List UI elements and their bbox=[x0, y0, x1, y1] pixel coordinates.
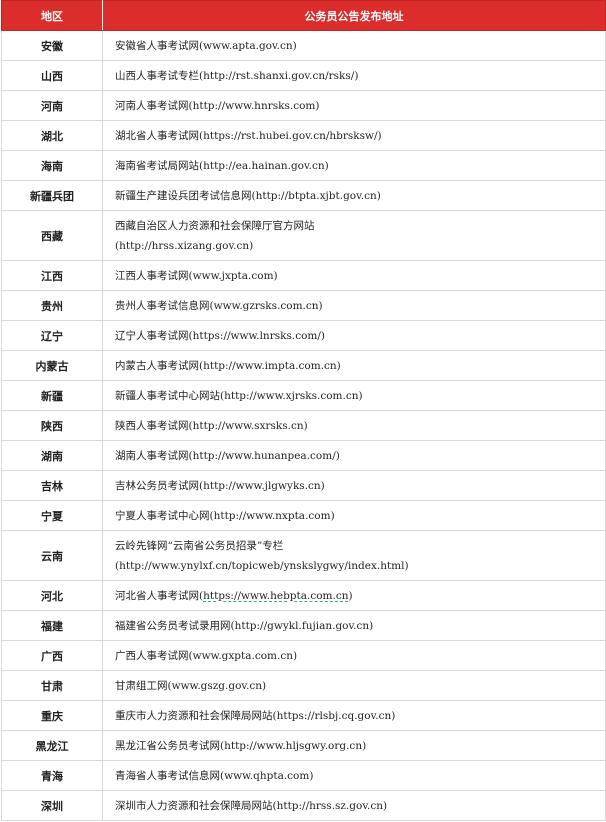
region-cell: 湖南 bbox=[1, 440, 103, 471]
table-row: 河南 河南人事考试网(http://www.hnrsks.com) bbox=[1, 90, 606, 121]
address-cell[interactable]: 海南省考试局网站(http://ea.hainan.gov.cn) bbox=[102, 150, 606, 181]
address-cell[interactable]: 山西人事考试专栏(http://rst.shanxi.gov.cn/rsks/) bbox=[102, 60, 606, 91]
address-cell[interactable]: 陕西人事考试网(http://www.sxrsks.cn) bbox=[102, 410, 606, 441]
region-cell: 新疆兵团 bbox=[1, 180, 103, 211]
address-cell[interactable]: 黑龙江省公务员考试网(http://www.hljsgwy.org.cn) bbox=[102, 730, 606, 761]
address-cell[interactable]: 深圳市人力资源和社会保障局网站(http://hrss.sz.gov.cn) bbox=[102, 790, 606, 821]
table-row: 陕西 陕西人事考试网(http://www.sxrsks.cn) bbox=[1, 410, 606, 441]
table-row: 吉林 吉林公务员考试网(http://www.jlgwyks.cn) bbox=[1, 470, 606, 501]
address-url-line[interactable]: (http://www.ynylxf.cn/topicweb/ynskslygw… bbox=[115, 556, 605, 576]
table-row: 云南 云岭先锋网“云南省公务员招录”专栏 (http://www.ynylxf.… bbox=[1, 530, 606, 581]
region-cell: 青海 bbox=[1, 760, 103, 791]
table-row: 福建 福建省公务员考试录用网(http://gwykl.fujian.gov.c… bbox=[1, 610, 606, 641]
region-cell: 河南 bbox=[1, 90, 103, 121]
column-header-address: 公务员公告发布地址 bbox=[102, 0, 606, 31]
region-cell: 甘肃 bbox=[1, 670, 103, 701]
region-cell: 云南 bbox=[1, 530, 103, 581]
table-row: 甘肃 甘肃组工网(www.gszg.gov.cn) bbox=[1, 670, 606, 701]
region-cell: 福建 bbox=[1, 610, 103, 641]
region-cell: 西藏 bbox=[1, 210, 103, 261]
address-cell[interactable]: 内蒙古人事考试网(http://www.impta.com.cn) bbox=[102, 350, 606, 381]
table-row: 青海 青海省人事考试信息网(www.qhpta.com) bbox=[1, 760, 606, 791]
region-cell: 湖北 bbox=[1, 120, 103, 151]
address-cell[interactable]: 湖南人事考试网(http://www.hunanpea.com/) bbox=[102, 440, 606, 471]
address-cell[interactable]: 新疆人事考试中心网站(http://www.xjrsks.com.cn) bbox=[102, 380, 606, 411]
address-cell[interactable]: 河南人事考试网(http://www.hnrsks.com) bbox=[102, 90, 606, 121]
address-line: 云岭先锋网“云南省公务员招录”专栏 bbox=[115, 539, 284, 552]
address-url-line[interactable]: (http://hrss.xizang.gov.cn) bbox=[115, 236, 605, 256]
address-cell[interactable]: 新疆生产建设兵团考试信息网(http://btpta.xjbt.gov.cn) bbox=[102, 180, 606, 211]
region-cell: 重庆 bbox=[1, 700, 103, 731]
region-cell: 深圳 bbox=[1, 790, 103, 821]
table-row: 辽宁 辽宁人事考试网(https://www.lnrsks.com/) bbox=[1, 320, 606, 351]
address-cell[interactable]: 西藏自治区人力资源和社会保障厅官方网站 (http://hrss.xizang.… bbox=[102, 210, 606, 261]
address-cell[interactable]: 宁夏人事考试中心网(http://www.nxpta.com) bbox=[102, 500, 606, 531]
table-header-row: 地区 公务员公告发布地址 bbox=[1, 0, 606, 31]
table-row: 重庆 重庆市人力资源和社会保障局网站(https://rlsbj.cq.gov.… bbox=[1, 700, 606, 731]
region-cell: 贵州 bbox=[1, 290, 103, 321]
region-cell: 海南 bbox=[1, 150, 103, 181]
table-row: 贵州 贵州人事考试信息网(www.gzrsks.com.cn) bbox=[1, 290, 606, 321]
column-header-region: 地区 bbox=[1, 0, 103, 31]
region-cell: 宁夏 bbox=[1, 500, 103, 531]
region-cell: 陕西 bbox=[1, 410, 103, 441]
region-cell: 黑龙江 bbox=[1, 730, 103, 761]
address-link[interactable]: https://www.hebpta.com.cn bbox=[203, 590, 348, 602]
region-cell: 吉林 bbox=[1, 470, 103, 501]
address-cell[interactable]: 江西人事考试网(www.jxpta.com) bbox=[102, 260, 606, 291]
table-row: 新疆 新疆人事考试中心网站(http://www.xjrsks.com.cn) bbox=[1, 380, 606, 411]
address-cell[interactable]: 福建省公务员考试录用网(http://gwykl.fujian.gov.cn) bbox=[102, 610, 606, 641]
table-row: 深圳 深圳市人力资源和社会保障局网站(http://hrss.sz.gov.cn… bbox=[1, 790, 606, 821]
table-row: 广西 广西人事考试网(www.gxpta.com.cn) bbox=[1, 640, 606, 671]
region-cell: 新疆 bbox=[1, 380, 103, 411]
address-cell[interactable]: 河北省人事考试网(https://www.hebpta.com.cn) bbox=[102, 580, 606, 611]
table-row: 河北 河北省人事考试网(https://www.hebpta.com.cn) bbox=[1, 580, 606, 611]
announcement-address-table: 地区 公务员公告发布地址 安徽 安徽省人事考试网(www.apta.gov.cn… bbox=[1, 0, 606, 821]
region-cell: 河北 bbox=[1, 580, 103, 611]
table-row: 内蒙古 内蒙古人事考试网(http://www.impta.com.cn) bbox=[1, 350, 606, 381]
address-suffix: ) bbox=[348, 589, 353, 602]
table-row: 新疆兵团 新疆生产建设兵团考试信息网(http://btpta.xjbt.gov… bbox=[1, 180, 606, 211]
table-row: 宁夏 宁夏人事考试中心网(http://www.nxpta.com) bbox=[1, 500, 606, 531]
address-line: 西藏自治区人力资源和社会保障厅官方网站 bbox=[115, 219, 315, 232]
address-cell[interactable]: 甘肃组工网(www.gszg.gov.cn) bbox=[102, 670, 606, 701]
table-row: 湖北 湖北省人事考试网(https://rst.hubei.gov.cn/hbr… bbox=[1, 120, 606, 151]
table-row: 湖南 湖南人事考试网(http://www.hunanpea.com/) bbox=[1, 440, 606, 471]
address-cell[interactable]: 湖北省人事考试网(https://rst.hubei.gov.cn/hbrsks… bbox=[102, 120, 606, 151]
table-row: 山西 山西人事考试专栏(http://rst.shanxi.gov.cn/rsk… bbox=[1, 60, 606, 91]
table-row: 海南 海南省考试局网站(http://ea.hainan.gov.cn) bbox=[1, 150, 606, 181]
region-cell: 江西 bbox=[1, 260, 103, 291]
address-cell[interactable]: 云岭先锋网“云南省公务员招录”专栏 (http://www.ynylxf.cn/… bbox=[102, 530, 606, 581]
region-cell: 安徽 bbox=[1, 30, 103, 61]
region-cell: 广西 bbox=[1, 640, 103, 671]
address-cell[interactable]: 辽宁人事考试网(https://www.lnrsks.com/) bbox=[102, 320, 606, 351]
address-cell[interactable]: 广西人事考试网(www.gxpta.com.cn) bbox=[102, 640, 606, 671]
address-prefix: 河北省人事考试网( bbox=[115, 589, 204, 602]
address-cell[interactable]: 重庆市人力资源和社会保障局网站(https://rlsbj.cq.gov.cn) bbox=[102, 700, 606, 731]
address-cell[interactable]: 青海省人事考试信息网(www.qhpta.com) bbox=[102, 760, 606, 791]
region-cell: 内蒙古 bbox=[1, 350, 103, 381]
table-row: 西藏 西藏自治区人力资源和社会保障厅官方网站 (http://hrss.xiza… bbox=[1, 210, 606, 261]
region-cell: 山西 bbox=[1, 60, 103, 91]
table-row: 安徽 安徽省人事考试网(www.apta.gov.cn) bbox=[1, 30, 606, 61]
table-row: 江西 江西人事考试网(www.jxpta.com) bbox=[1, 260, 606, 291]
table-row: 黑龙江 黑龙江省公务员考试网(http://www.hljsgwy.org.cn… bbox=[1, 730, 606, 761]
address-cell[interactable]: 吉林公务员考试网(http://www.jlgwyks.cn) bbox=[102, 470, 606, 501]
address-cell[interactable]: 安徽省人事考试网(www.apta.gov.cn) bbox=[102, 30, 606, 61]
address-cell[interactable]: 贵州人事考试信息网(www.gzrsks.com.cn) bbox=[102, 290, 606, 321]
region-cell: 辽宁 bbox=[1, 320, 103, 351]
